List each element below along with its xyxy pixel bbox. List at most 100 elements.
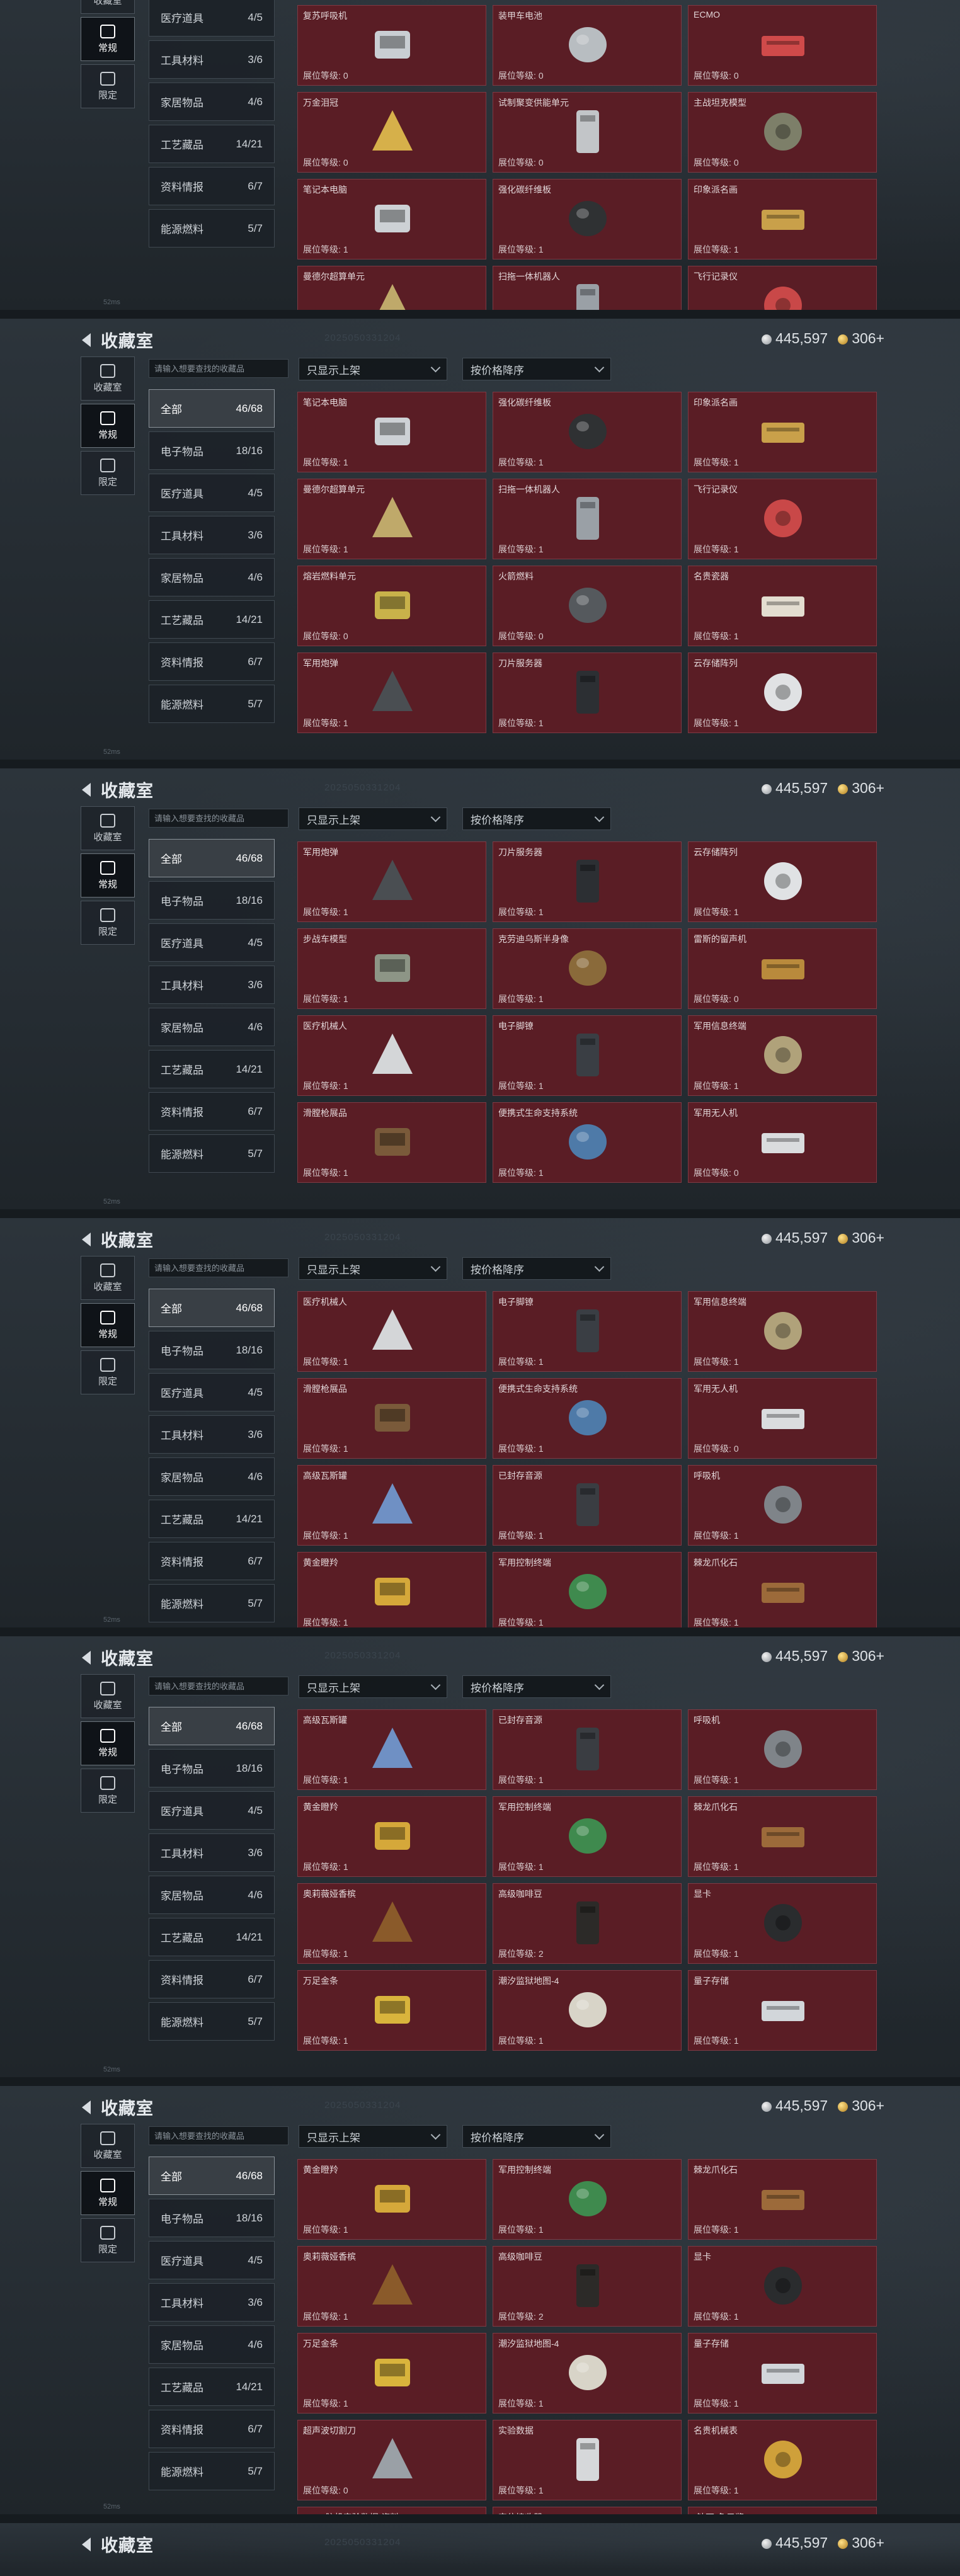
category-item[interactable]: 工具材料 3/6	[149, 40, 275, 79]
category-item[interactable]: 家居物品 4/6	[149, 1457, 275, 1496]
category-item[interactable]: 全部 46/68	[149, 1707, 275, 1745]
icon-tab-limited[interactable]: 限定	[81, 901, 135, 945]
category-item[interactable]: 工艺藏品 14/21	[149, 600, 275, 639]
icon-tab-collection[interactable]: 常规	[81, 17, 135, 61]
collection-item-card[interactable]: 呼吸机 展位等级: 1	[688, 1465, 877, 1546]
icon-tab-limited[interactable]: 限定	[81, 451, 135, 495]
icon-tab-vault[interactable]: 收藏室	[81, 806, 135, 850]
category-item[interactable]: 全部 46/68	[149, 2157, 275, 2195]
icon-tab-collection[interactable]: 常规	[81, 853, 135, 898]
collection-item-card[interactable]: 万足金条 展位等级: 1	[297, 1970, 486, 2051]
collection-item-card[interactable]: 军用信息终端 展位等级: 1	[688, 1291, 877, 1372]
collection-item-card[interactable]: 高级瓦斯罐 展位等级: 1	[297, 1465, 486, 1546]
sort-dropdown[interactable]: 按价格降序	[462, 2125, 611, 2148]
category-item[interactable]: 家居物品 4/6	[149, 558, 275, 596]
category-item[interactable]: 工具材料 3/6	[149, 966, 275, 1004]
icon-tab-limited[interactable]: 限定	[81, 1769, 135, 1813]
back-arrow-icon[interactable]	[82, 2100, 91, 2114]
collection-item-card[interactable]: 云存储阵列 展位等级: 1	[688, 841, 877, 922]
filter-dropdown[interactable]: 只显示上架	[299, 2125, 447, 2148]
category-item[interactable]: 医疗道具 4/5	[149, 2241, 275, 2279]
collection-item-card[interactable]: 军用炮弹 展位等级: 1	[297, 653, 486, 733]
collection-item-card[interactable]: 棘龙爪化石 展位等级: 1	[688, 2159, 877, 2240]
category-item[interactable]: 家居物品 4/6	[149, 1008, 275, 1046]
category-item[interactable]: 资料情报 6/7	[149, 1542, 275, 1580]
category-item[interactable]: 资料情报 6/7	[149, 1960, 275, 1998]
icon-tab-collection[interactable]: 常规	[81, 404, 135, 448]
collection-item-card[interactable]: 军用控制终端 展位等级: 1	[493, 2159, 682, 2240]
collection-item-card[interactable]: 刀片服务器 展位等级: 1	[493, 653, 682, 733]
collection-item-card[interactable]: 军用无人机 展位等级: 0	[688, 1102, 877, 1183]
collection-item-card[interactable]: 步战车模型 展位等级: 1	[297, 928, 486, 1009]
search-input[interactable]	[149, 1677, 289, 1695]
collection-item-card[interactable]: 奥莉薇娅香槟 展位等级: 1	[297, 2246, 486, 2327]
collection-item-card[interactable]: 超声波切割刀 展位等级: 0	[297, 2420, 486, 2500]
back-arrow-icon[interactable]	[82, 1232, 91, 1246]
category-item[interactable]: 医疗道具 4/5	[149, 923, 275, 962]
icon-tab-vault[interactable]: 收藏室	[81, 1256, 135, 1300]
collection-item-card[interactable]: 滑膛枪展品 展位等级: 1	[297, 1102, 486, 1183]
icon-tab-limited[interactable]: 限定	[81, 64, 135, 108]
collection-item-card[interactable]: 强化碳纤维板 展位等级: 1	[493, 179, 682, 259]
collection-item-card[interactable]: 曼德尔超算单元展位等级:1	[297, 266, 486, 310]
collection-item-card[interactable]: 电子脚镣 展位等级: 1	[493, 1291, 682, 1372]
category-item[interactable]: 工艺藏品 14/21	[149, 2368, 275, 2406]
collection-item-card[interactable]: 印象派名画 展位等级: 1	[688, 392, 877, 472]
back-arrow-icon[interactable]	[82, 1650, 91, 1665]
icon-tab-collection[interactable]: 常规	[81, 1303, 135, 1347]
collection-item-card[interactable]: 高级咖啡豆 展位等级: 2	[493, 2246, 682, 2327]
collection-item-card[interactable]: 军用无人机 展位等级: 0	[688, 1378, 877, 1459]
collection-item-card[interactable]: 雷斯的留声机 展位等级: 0	[688, 928, 877, 1009]
category-item[interactable]: 家居物品 4/6	[149, 83, 275, 121]
category-item[interactable]: 医疗道具 4/5	[149, 0, 275, 37]
collection-item-card[interactable]: 复苏呼吸机 展位等级: 0	[297, 5, 486, 86]
category-item[interactable]: 全部 46/68	[149, 1289, 275, 1327]
collection-item-card[interactable]: 印象派名画 展位等级: 1	[688, 179, 877, 259]
category-item[interactable]: 工具材料 3/6	[149, 2283, 275, 2322]
category-item[interactable]: 家居物品 4/6	[149, 1876, 275, 1914]
icon-tab-vault[interactable]: 收藏室	[81, 1674, 135, 1718]
collection-item-card[interactable]: 军用控制终端 展位等级: 1	[493, 1796, 682, 1877]
collection-item-card[interactable]: 黄金瞪羚 展位等级: 1	[297, 1796, 486, 1877]
category-item[interactable]: 工艺藏品 14/21	[149, 1500, 275, 1538]
icon-tab-limited[interactable]: 限定	[81, 2218, 135, 2262]
category-item[interactable]: 电子物品 18/16	[149, 1749, 275, 1787]
search-input[interactable]	[149, 809, 289, 828]
filter-dropdown[interactable]: 只显示上架	[299, 358, 447, 380]
collection-item-card[interactable]: 军用控制终端 展位等级: 1	[493, 1552, 682, 1627]
collection-item-card[interactable]: 奥莉薇娅香槟 展位等级: 1	[297, 1883, 486, 1964]
collection-item-card[interactable]: 飞行记录仪展位等级:1	[688, 266, 877, 310]
back-arrow-icon[interactable]	[82, 333, 91, 347]
search-input[interactable]	[149, 359, 289, 378]
sort-dropdown[interactable]: 按价格降序	[462, 358, 611, 380]
collection-item-card[interactable]: "钻石"鱼子酱展位等级:1	[688, 2507, 877, 2514]
category-item[interactable]: 工艺藏品 14/21	[149, 1918, 275, 1956]
collection-item-card[interactable]: 主战坦克模型 展位等级: 0	[688, 92, 877, 173]
collection-item-card[interactable]: 笔记本电脑 展位等级: 1	[297, 179, 486, 259]
sort-dropdown[interactable]: 按价格降序	[462, 807, 611, 830]
category-item[interactable]: 工具材料 3/6	[149, 516, 275, 554]
collection-item-card[interactable]: 黄金瞪羚 展位等级: 1	[297, 2159, 486, 2240]
collection-item-card[interactable]: 呼吸机 展位等级: 1	[688, 1709, 877, 1790]
collection-item-card[interactable]: 便携式生命支持系统 展位等级: 1	[493, 1102, 682, 1183]
collection-item-card[interactable]: 试制聚变供能单元 展位等级: 0	[493, 92, 682, 173]
category-item[interactable]: 医疗道具 4/5	[149, 474, 275, 512]
collection-item-card[interactable]: 曼德尔超算单元展位等级:1	[297, 479, 486, 559]
icon-tab-collection[interactable]: 常规	[81, 2171, 135, 2215]
category-item[interactable]: 资料情报 6/7	[149, 1092, 275, 1131]
collection-item-card[interactable]: 万足金条 展位等级: 1	[297, 2333, 486, 2414]
category-item[interactable]: 资料情报 6/7	[149, 167, 275, 205]
category-item[interactable]: 工具材料 3/6	[149, 1415, 275, 1454]
collection-item-card[interactable]: 名贵瓷器 展位等级: 1	[688, 566, 877, 646]
collection-item-card[interactable]: 量子存储 展位等级: 1	[688, 1970, 877, 2051]
category-item[interactable]: 能源燃料 5/7	[149, 2452, 275, 2490]
collection-item-card[interactable]: 黄金瞪羚 展位等级: 1	[297, 1552, 486, 1627]
collection-item-card[interactable]: 高级瓦斯罐 展位等级: 1	[297, 1709, 486, 1790]
collection-item-card[interactable]: 潮汐监狱地图-4 展位等级: 1	[493, 1970, 682, 2051]
collection-item-card[interactable]: 火箭燃料 展位等级: 0	[493, 566, 682, 646]
collection-item-card[interactable]: 已封存音源 展位等级: 1	[493, 1709, 682, 1790]
collection-item-card[interactable]: 高级咖啡豆 展位等级: 2	[493, 1883, 682, 1964]
collection-item-card[interactable]: 潮汐监狱地图-4 展位等级: 1	[493, 2333, 682, 2414]
category-item[interactable]: 资料情报 6/7	[149, 642, 275, 681]
collection-item-card[interactable]: 克劳迪乌斯半身像 展位等级: 1	[493, 928, 682, 1009]
